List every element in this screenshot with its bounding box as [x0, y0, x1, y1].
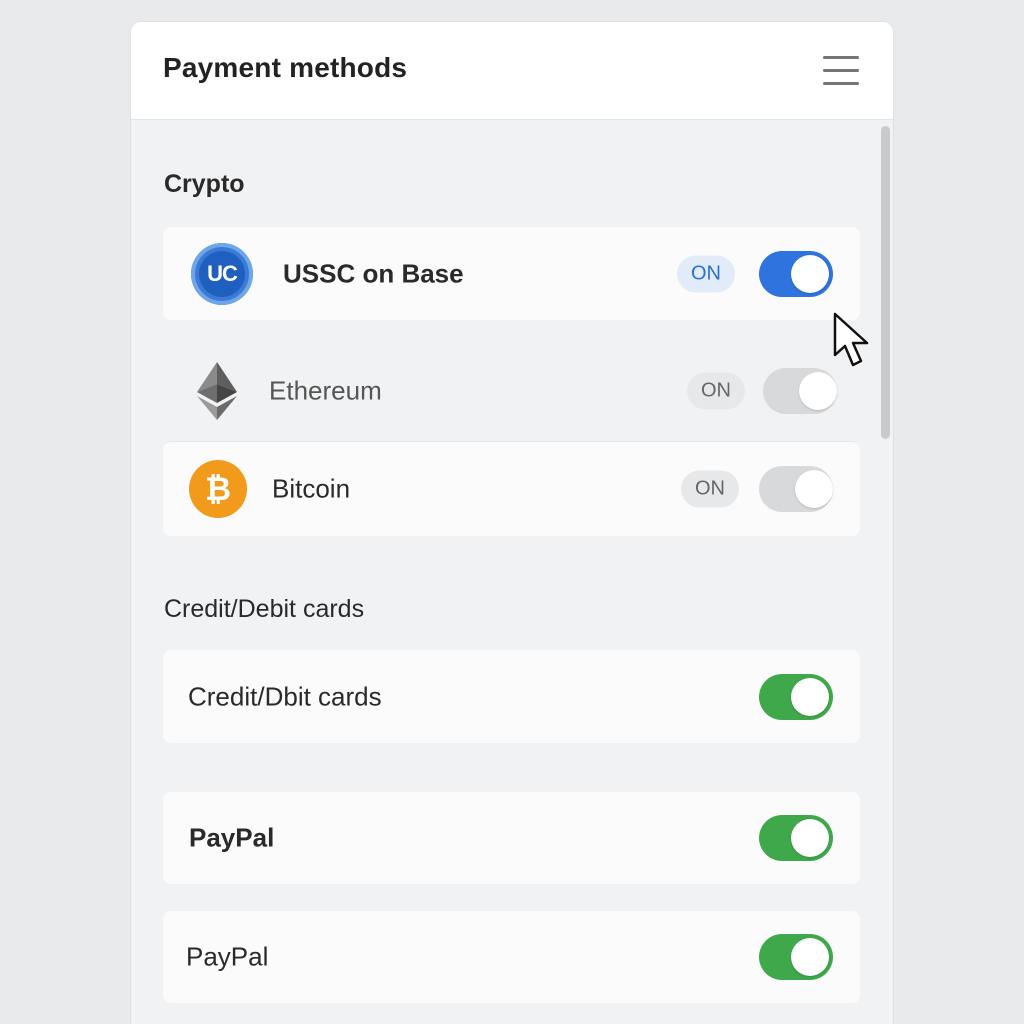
bitcoin-icon: ₿: [189, 460, 247, 518]
mouse-pointer-icon: [833, 312, 869, 367]
toggle-knob: [795, 470, 833, 508]
payment-label-ussc: USSC on Base: [283, 258, 464, 288]
ussc-coin-text: UC: [199, 250, 245, 297]
toggle-ussc[interactable]: [759, 250, 833, 297]
toggle-knob: [791, 938, 829, 976]
payment-label-ethereum: Ethereum: [269, 375, 382, 406]
payment-row-paypal-2[interactable]: PayPal: [163, 911, 860, 1003]
toggle-paypal[interactable]: [759, 815, 833, 861]
hamburger-menu-icon[interactable]: [823, 56, 859, 86]
toggle-bitcoin[interactable]: [759, 466, 833, 512]
toggle-cards[interactable]: [759, 673, 833, 720]
toggle-knob: [799, 372, 837, 410]
payment-row-cards[interactable]: Credit/Dbit cards: [163, 650, 860, 743]
page-title: Payment methods: [163, 52, 408, 83]
toggle-ethereum[interactable]: [763, 368, 837, 414]
toggle-knob: [791, 254, 829, 293]
bitcoin-symbol: ₿: [204, 471, 232, 507]
section-label-cards: Credit/Debit cards: [164, 595, 365, 623]
payment-row-paypal[interactable]: PayPal: [163, 792, 860, 884]
ethereum-icon: [197, 362, 237, 420]
status-badge-ussc: ON: [677, 255, 735, 292]
payment-row-bitcoin[interactable]: ₿ Bitcoin ON: [163, 441, 860, 536]
panel-header: Payment methods: [131, 22, 893, 120]
status-badge-bitcoin: ON: [681, 470, 739, 508]
payment-label-paypal-2: PayPal: [186, 941, 269, 972]
payment-row-ussc[interactable]: UC USSC on Base ON: [163, 227, 860, 320]
status-badge-ethereum: ON: [687, 372, 745, 410]
ussc-coin-icon: UC: [191, 242, 253, 305]
scrollbar[interactable]: [881, 126, 890, 439]
payment-label-bitcoin: Bitcoin: [272, 473, 351, 504]
payment-label-paypal: PayPal: [189, 822, 275, 853]
toggle-knob: [791, 819, 829, 857]
payment-methods-panel: Payment methods Crypto UC USSC on Base O…: [131, 22, 893, 1024]
toggle-knob: [791, 677, 829, 716]
payment-label-cards: Credit/Dbit cards: [188, 681, 382, 711]
section-label-crypto: Crypto: [164, 170, 245, 198]
toggle-paypal-2[interactable]: [759, 934, 833, 980]
payment-row-ethereum[interactable]: Ethereum ON: [163, 346, 860, 436]
